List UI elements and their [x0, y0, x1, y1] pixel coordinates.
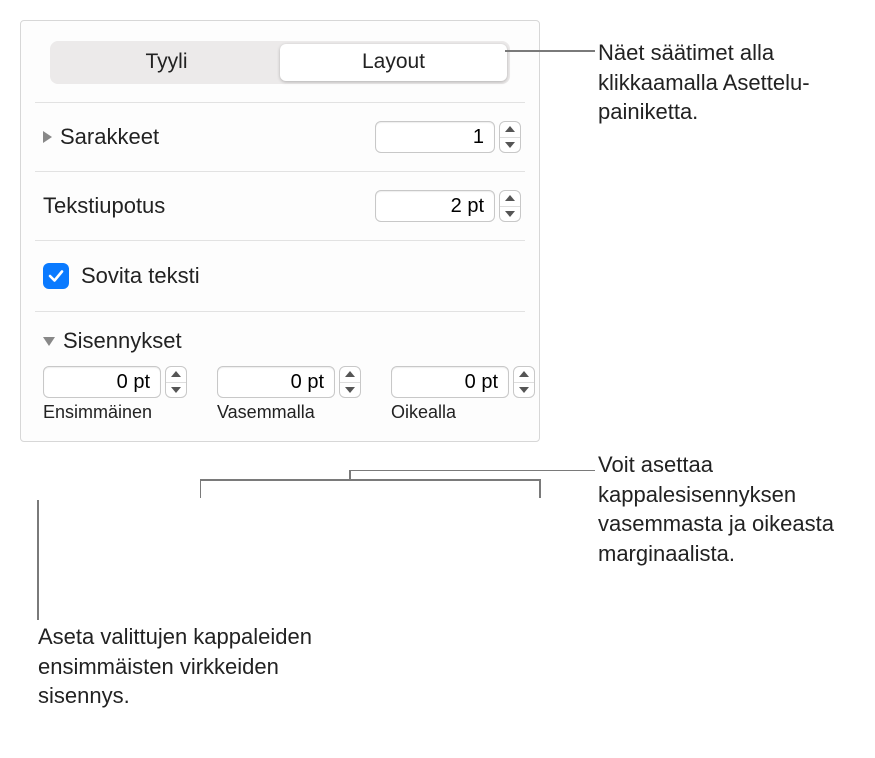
text-inset-row: Tekstiupotus: [39, 172, 521, 240]
indent-left-buttons: [339, 366, 361, 398]
chevron-up-icon: [345, 371, 355, 377]
text-inset-step-up[interactable]: [500, 191, 520, 207]
indent-first-down[interactable]: [166, 383, 186, 398]
text-inset-input[interactable]: [375, 190, 495, 222]
chevron-down-icon: [345, 387, 355, 393]
indent-left-down[interactable]: [340, 383, 360, 398]
indent-first-stepper: [43, 366, 187, 398]
indent-steppers: Ensimmäinen Vasemmalla Oikealla: [39, 364, 521, 427]
chevron-down-icon: [519, 387, 529, 393]
columns-step-up[interactable]: [500, 122, 520, 138]
callout-margin-hint: Voit asettaa kappalesisennykse​n vasemma…: [598, 450, 868, 569]
chevron-down-icon[interactable]: [43, 337, 55, 346]
tab-layout[interactable]: Layout: [280, 44, 507, 81]
chevron-up-icon: [519, 371, 529, 377]
indent-first-buttons: [165, 366, 187, 398]
indent-first-input[interactable]: [43, 366, 161, 398]
indent-left-input[interactable]: [217, 366, 335, 398]
fit-text-row: Sovita teksti: [39, 241, 521, 311]
callout-first-hint: Aseta valittujen kappaleiden ensimmäiste…: [38, 622, 358, 711]
indent-first-label: Ensimmäinen: [43, 402, 187, 423]
indent-right-stepper: [391, 366, 535, 398]
layout-panel: Tyyli Layout Sarakkeet Tekstiupotus: [20, 20, 540, 442]
segmented-tabs: Tyyli Layout: [50, 41, 510, 84]
indent-left-stepper: [217, 366, 361, 398]
chevron-right-icon[interactable]: [43, 131, 52, 143]
chevron-up-icon: [171, 371, 181, 377]
leader-line: [33, 500, 43, 620]
chevron-down-icon: [505, 142, 515, 148]
chevron-down-icon: [505, 211, 515, 217]
text-inset-stepper-buttons: [499, 190, 521, 222]
columns-input[interactable]: [375, 121, 495, 153]
indent-left-col: Vasemmalla: [217, 366, 361, 423]
columns-stepper: [375, 121, 521, 153]
indent-left-label: Vasemmalla: [217, 402, 361, 423]
indents-heading-row: Sisennykset: [39, 312, 521, 364]
chevron-up-icon: [505, 195, 515, 201]
indent-left-up[interactable]: [340, 367, 360, 383]
indent-first-up[interactable]: [166, 367, 186, 383]
indent-right-buttons: [513, 366, 535, 398]
checkmark-icon: [47, 267, 65, 285]
fit-text-checkbox[interactable]: [43, 263, 69, 289]
columns-label: Sarakkeet: [60, 124, 159, 150]
leader-bracket: [200, 470, 600, 500]
text-inset-step-down[interactable]: [500, 207, 520, 222]
chevron-down-icon: [171, 387, 181, 393]
tab-style[interactable]: Tyyli: [53, 44, 280, 81]
text-inset-stepper: [375, 190, 521, 222]
columns-step-down[interactable]: [500, 138, 520, 153]
indent-right-up[interactable]: [514, 367, 534, 383]
indents-heading: Sisennykset: [63, 328, 182, 354]
chevron-up-icon: [505, 126, 515, 132]
indent-right-col: Oikealla: [391, 366, 535, 423]
text-inset-label: Tekstiupotus: [43, 193, 165, 219]
fit-text-label: Sovita teksti: [81, 263, 200, 289]
indent-first-col: Ensimmäinen: [43, 366, 187, 423]
indent-right-input[interactable]: [391, 366, 509, 398]
indent-right-down[interactable]: [514, 383, 534, 398]
columns-stepper-buttons: [499, 121, 521, 153]
columns-row: Sarakkeet: [39, 103, 521, 171]
callout-layout-hint: Näet säätimet alla klikkaamalla Asettelu…: [598, 38, 868, 127]
indent-right-label: Oikealla: [391, 402, 535, 423]
